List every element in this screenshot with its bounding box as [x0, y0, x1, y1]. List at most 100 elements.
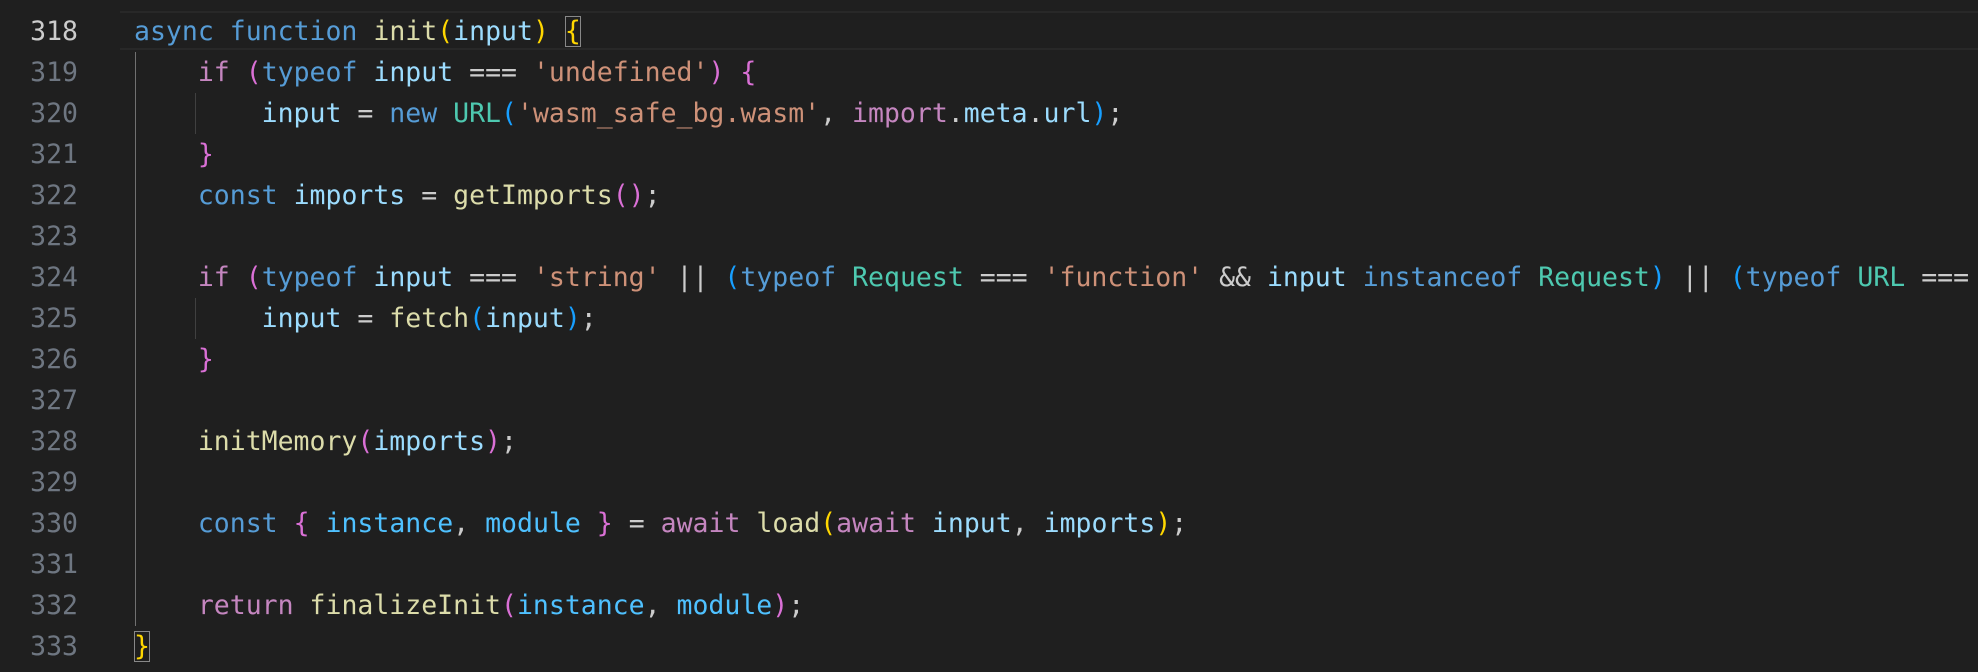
code-token: input [373, 57, 454, 88]
code-line[interactable]: 332 return finalizeInit(instance, module… [0, 585, 1978, 626]
code-token: ; [1171, 508, 1188, 539]
code-token: imports [293, 180, 406, 211]
code-token: Request [1538, 262, 1650, 293]
code-token: if [197, 262, 230, 293]
line-number: 327 [30, 385, 78, 416]
line-code[interactable]: } [134, 339, 214, 380]
code-line[interactable]: 327 [0, 380, 1978, 421]
line-number: 331 [30, 549, 78, 580]
code-line[interactable]: 319 if (typeof input === 'undefined') { [0, 52, 1978, 93]
code-token: , [644, 590, 677, 621]
code-token: ) [1091, 98, 1108, 129]
line-code[interactable]: initMemory(imports); [134, 421, 517, 462]
code-token: const [197, 508, 278, 539]
line-code[interactable]: return finalizeInit(instance, module); [134, 585, 804, 626]
code-token: === [1905, 262, 1978, 293]
line-code[interactable]: async function init(input) { [134, 11, 581, 52]
line-code[interactable]: if (typeof input === 'undefined') { [134, 52, 757, 93]
matched-bracket: } [134, 631, 150, 662]
line-code[interactable]: const imports = getImports(); [134, 175, 661, 216]
code-line[interactable]: 328 initMemory(imports); [0, 421, 1978, 462]
code-token: function [229, 16, 358, 47]
code-token: input [261, 98, 342, 129]
line-number: 319 [30, 57, 78, 88]
code-line[interactable]: 329 [0, 462, 1978, 503]
line-code[interactable]: } [134, 626, 150, 667]
code-token: ; [788, 590, 805, 621]
line-number: 329 [30, 467, 78, 498]
code-line[interactable]: 318 async function init(input) { [0, 11, 1978, 52]
code-token: = [341, 98, 390, 129]
code-token: URL [453, 98, 502, 129]
matched-bracket: { [564, 16, 581, 47]
code-token: const [197, 180, 278, 211]
line-code[interactable]: input = fetch(input); [134, 298, 597, 339]
line-code[interactable]: const { instance, module } = await load(… [134, 503, 1187, 544]
code-line[interactable]: 331 [0, 544, 1978, 585]
line-code[interactable]: } [134, 134, 214, 175]
code-token: } [596, 508, 613, 539]
code-token: typeof [261, 57, 358, 88]
code-token: input [261, 303, 342, 334]
code-line[interactable]: 333} [0, 626, 1978, 667]
line-number: 318 [30, 16, 78, 47]
code-token: ( [245, 262, 262, 293]
code-token: || [660, 262, 725, 293]
code-token: ; [501, 426, 517, 457]
code-line[interactable]: 320 input = new URL('wasm_safe_bg.wasm',… [0, 93, 1978, 134]
code-token: ( [469, 303, 486, 334]
code-line[interactable]: 324 if (typeof input === 'string' || (ty… [0, 257, 1978, 298]
code-token: () [612, 180, 645, 211]
code-token: input [931, 508, 1012, 539]
code-line[interactable]: 330 const { instance, module } = await l… [0, 503, 1978, 544]
code-token: { [293, 508, 310, 539]
code-token: if [197, 57, 230, 88]
code-token: . [1027, 98, 1044, 129]
code-token: getImports [453, 180, 613, 211]
code-line[interactable]: 323 [0, 216, 1978, 257]
code-token: meta [963, 98, 1028, 129]
code-line[interactable]: 326 } [0, 339, 1978, 380]
code-token: typeof [261, 262, 358, 293]
code-line[interactable]: 322 const imports = getImports(); [0, 175, 1978, 216]
code-token: new [389, 98, 438, 129]
code-token: === [453, 262, 533, 293]
code-token: = [341, 303, 390, 334]
code-token: imports [373, 426, 486, 457]
code-token: instance [516, 590, 645, 621]
line-number: 328 [30, 426, 78, 457]
code-token: ) [532, 16, 549, 47]
code-token: Request [852, 262, 964, 293]
code-token: input [485, 303, 565, 334]
code-token: await [660, 508, 741, 539]
code-token: ( [820, 508, 837, 539]
code-token: 'undefined' [532, 57, 709, 88]
line-code[interactable]: if (typeof input === 'string' || (typeof… [134, 257, 1978, 298]
code-editor[interactable]: 318 async function init(input) {319 if (t… [0, 0, 1978, 672]
code-token: load [756, 508, 821, 539]
code-line[interactable]: 321 } [0, 134, 1978, 175]
indent-guide [135, 52, 136, 626]
code-token: = [612, 508, 661, 539]
code-token: ( [724, 262, 741, 293]
line-code[interactable]: input = new URL('wasm_safe_bg.wasm', imp… [134, 93, 1124, 134]
code-line[interactable]: 325 input = fetch(input); [0, 298, 1978, 339]
code-token: ; [580, 303, 597, 334]
code-token: imports [1043, 508, 1156, 539]
code-token: && [1203, 262, 1267, 293]
code-token: . [947, 98, 964, 129]
code-token: ) [708, 57, 725, 88]
